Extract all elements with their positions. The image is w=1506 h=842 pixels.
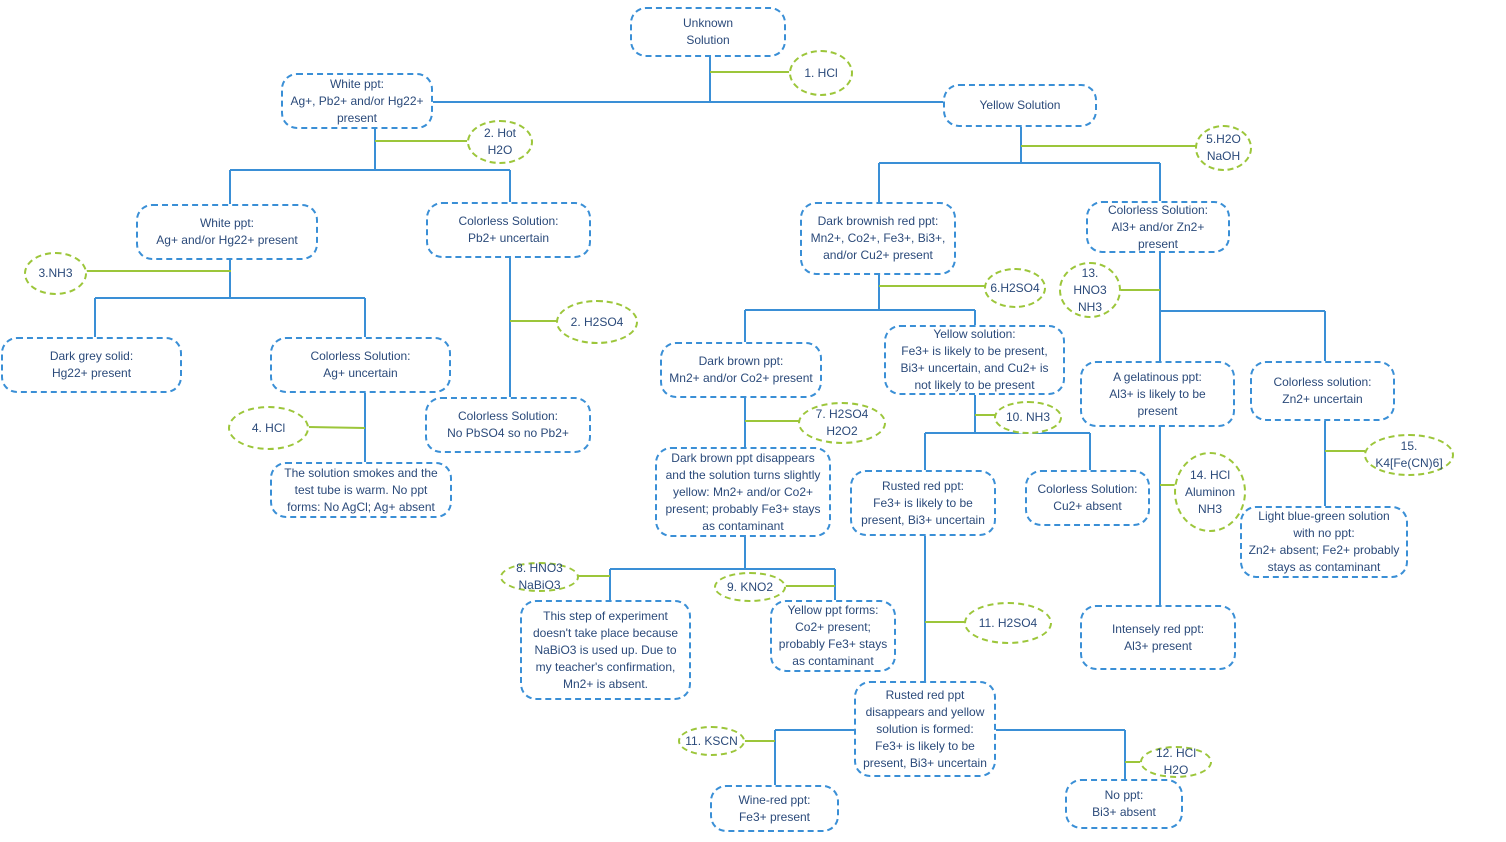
reagent-4-hcl: 4. HCl [228, 406, 309, 450]
reagent-9-kno2: 9. KNO2 [714, 572, 786, 602]
node-colorless-no-pbso4: Colorless Solution: No PbSO4 so no Pb2+ [425, 397, 591, 453]
reagent-14-hcl-aluminon-nh3: 14. HCl Aluminon NH3 [1174, 452, 1246, 532]
node-colorless-zn-uncertain: Colorless solution: Zn2+ uncertain [1250, 361, 1395, 421]
reagent-7-h2so4-h2o2: 7. H2SO4 H2O2 [798, 402, 886, 444]
connector-lines [86, 56, 1365, 786]
node-intensely-red-ppt: Intensely red ppt: Al3+ present [1080, 605, 1236, 670]
reagent-13-hno3-nh3: 13. HNO3 NH3 [1059, 262, 1121, 318]
reagent-2-h2so4: 2. H2SO4 [556, 300, 638, 344]
node-white-ppt-ag-hg: White ppt: Ag+ and/or Hg22+ present [136, 204, 318, 260]
node-light-blue-green: Light blue-green solution with no ppt: Z… [1240, 506, 1408, 578]
node-dark-brownish-red-ppt: Dark brownish red ppt: Mn2+, Co2+, Fe3+,… [800, 202, 956, 275]
reagent-15-k4fecn6: 15. K4[Fe(CN)6] [1364, 434, 1454, 476]
node-colorless-al-zn: Colorless Solution: Al3+ and/or Zn2+ pre… [1086, 201, 1230, 253]
node-yellow-solution-fe: Yellow solution: Fe3+ is likely to be pr… [884, 325, 1065, 395]
reagent-11-h2so4: 11. H2SO4 [964, 602, 1052, 644]
node-yellow-solution: Yellow Solution [943, 84, 1097, 127]
node-rusted-red-disappears: Rusted red ppt disappears and yellow sol… [854, 681, 996, 777]
reagent-line [307, 426, 366, 429]
node-wine-red-ppt: Wine-red ppt: Fe3+ present [710, 785, 839, 832]
node-colorless-ag-uncertain: Colorless Solution: Ag+ uncertain [270, 337, 451, 393]
node-gelatinous-ppt: A gelatinous ppt: Al3+ is likely to be p… [1080, 361, 1235, 427]
node-unknown-solution: Unknown Solution [630, 7, 786, 57]
reagent-2-hot-h2o: 2. Hot H2O [467, 120, 533, 164]
reagent-11-kscn: 11. KSCN [678, 726, 745, 756]
reagent-6-h2so4: 6.H2SO4 [984, 268, 1046, 308]
reagent-1-hcl: 1. HCl [789, 50, 853, 96]
node-dark-grey-solid: Dark grey solid: Hg22+ present [1, 337, 182, 393]
node-dark-brown-disappears: Dark brown ppt disappears and the soluti… [655, 447, 831, 537]
node-colorless-pb-uncertain: Colorless Solution: Pb2+ uncertain [426, 202, 591, 258]
node-yellow-ppt-co: Yellow ppt forms: Co2+ present; probably… [770, 600, 896, 672]
reagent-3-nh3: 3.NH3 [24, 252, 87, 295]
reagent-5-h2o-naoh: 5.H2O NaOH [1195, 125, 1252, 171]
reagent-12-hcl-h2o: 12. HCl H2O [1140, 746, 1212, 778]
reagent-8-hno3-nabio3: 8. HNO3 NaBiO3 [500, 561, 579, 592]
node-dark-brown-ppt: Dark brown ppt: Mn2+ and/or Co2+ present [660, 342, 822, 398]
node-white-ppt: White ppt: Ag+, Pb2+ and/or Hg22+ presen… [281, 73, 433, 129]
node-no-ppt-bi: No ppt: Bi3+ absent [1065, 779, 1183, 829]
node-colorless-cu-absent: Colorless Solution: Cu2+ absent [1025, 470, 1150, 526]
node-step-not-taken: This step of experiment doesn't take pla… [520, 600, 691, 700]
node-rusted-red-ppt: Rusted red ppt: Fe3+ is likely to be pre… [850, 470, 996, 536]
reagent-10-nh3: 10. NH3 [994, 401, 1062, 434]
node-solution-smokes: The solution smokes and the test tube is… [270, 462, 452, 518]
